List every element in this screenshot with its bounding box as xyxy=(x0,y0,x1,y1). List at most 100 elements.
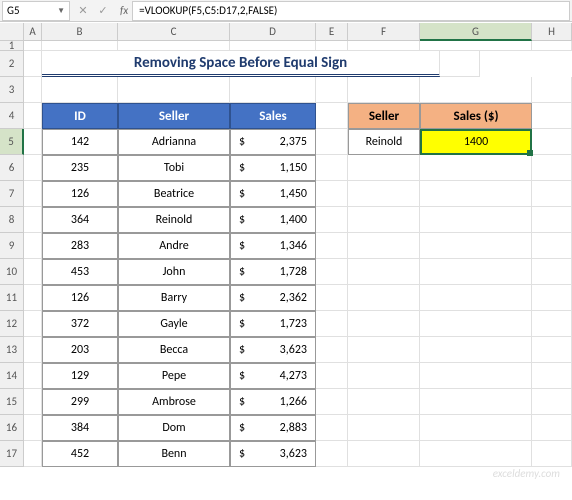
cell-F3[interactable] xyxy=(348,77,420,103)
cell-C4[interactable]: Seller xyxy=(118,103,230,129)
cell-D6[interactable]: $1,150 xyxy=(230,155,316,181)
cell-B14[interactable]: 129 xyxy=(42,363,118,389)
row-header-2[interactable]: 2 xyxy=(0,51,24,77)
cell-A2[interactable] xyxy=(24,51,42,77)
cell-D12[interactable]: $1,723 xyxy=(230,311,316,337)
cell-G10[interactable] xyxy=(420,259,532,285)
cell-E14[interactable] xyxy=(316,363,348,389)
cell-H11[interactable] xyxy=(532,285,572,311)
cell-D13[interactable]: $3,623 xyxy=(230,337,316,363)
cell-D11[interactable]: $2,362 xyxy=(230,285,316,311)
cell-D15[interactable]: $1,266 xyxy=(230,389,316,415)
cell-F14[interactable] xyxy=(348,363,420,389)
cell-C1[interactable] xyxy=(118,41,230,51)
cell-G8[interactable] xyxy=(420,207,532,233)
cell-H17[interactable] xyxy=(532,441,572,467)
cell-G9[interactable] xyxy=(420,233,532,259)
row-header-17[interactable]: 17 xyxy=(0,441,24,467)
cell-A9[interactable] xyxy=(24,233,42,259)
fill-handle[interactable] xyxy=(527,150,533,156)
fx-icon[interactable]: fx xyxy=(116,4,132,17)
cell-B2[interactable]: Removing Space Before Equal Sign xyxy=(42,51,440,77)
row-header-10[interactable]: 10 xyxy=(0,259,24,285)
cell-B7[interactable]: 126 xyxy=(42,181,118,207)
cell-B5[interactable]: 142 xyxy=(42,129,118,155)
cell-B1[interactable] xyxy=(42,41,118,51)
cell-B13[interactable]: 203 xyxy=(42,337,118,363)
col-header-E[interactable]: E xyxy=(316,23,348,41)
cell-D1[interactable] xyxy=(230,41,316,51)
cell-B9[interactable]: 283 xyxy=(42,233,118,259)
cell-A3[interactable] xyxy=(24,77,42,103)
cell-E17[interactable] xyxy=(316,441,348,467)
row-header-6[interactable]: 6 xyxy=(0,155,24,181)
cell-G15[interactable] xyxy=(420,389,532,415)
cell-C6[interactable]: Tobi xyxy=(118,155,230,181)
cell-E7[interactable] xyxy=(316,181,348,207)
cell-C17[interactable]: Benn xyxy=(118,441,230,467)
row-header-1[interactable]: 1 xyxy=(0,41,24,51)
cell-B11[interactable]: 126 xyxy=(42,285,118,311)
cell-C11[interactable]: Barry xyxy=(118,285,230,311)
col-header-H[interactable]: H xyxy=(532,23,572,41)
row-header-3[interactable]: 3 xyxy=(0,77,24,103)
cell-H4[interactable] xyxy=(532,103,572,129)
chevron-down-icon[interactable]: ▼ xyxy=(57,6,65,16)
cell-E6[interactable] xyxy=(316,155,348,181)
cell-D5[interactable]: $2,375 xyxy=(230,129,316,155)
cell-F17[interactable] xyxy=(348,441,420,467)
row-header-14[interactable]: 14 xyxy=(0,363,24,389)
col-header-F[interactable]: F xyxy=(348,23,420,41)
cell-D14[interactable]: $4,273 xyxy=(230,363,316,389)
cell-E1[interactable] xyxy=(316,41,348,51)
cell-E8[interactable] xyxy=(316,207,348,233)
cell-B6[interactable]: 235 xyxy=(42,155,118,181)
cell-E9[interactable] xyxy=(316,233,348,259)
cell-H3[interactable] xyxy=(532,77,572,103)
cell-A14[interactable] xyxy=(24,363,42,389)
row-header-16[interactable]: 16 xyxy=(0,415,24,441)
row-header-4[interactable]: 4 xyxy=(0,103,24,129)
cell-B10[interactable]: 453 xyxy=(42,259,118,285)
cell-G5[interactable]: 1400 xyxy=(420,129,532,155)
cell-H5[interactable] xyxy=(532,129,572,155)
row-header-15[interactable]: 15 xyxy=(0,389,24,415)
cell-B15[interactable]: 299 xyxy=(42,389,118,415)
cell-E3[interactable] xyxy=(316,77,348,103)
cell-C5[interactable]: Adrianna xyxy=(118,129,230,155)
cell-F9[interactable] xyxy=(348,233,420,259)
col-header-A[interactable]: A xyxy=(24,23,42,41)
cell-H16[interactable] xyxy=(532,415,572,441)
cell-G13[interactable] xyxy=(420,337,532,363)
cell-H12[interactable] xyxy=(532,311,572,337)
cell-C10[interactable]: John xyxy=(118,259,230,285)
row-header-12[interactable]: 12 xyxy=(0,311,24,337)
cell-C12[interactable]: Gayle xyxy=(118,311,230,337)
cell-C3[interactable] xyxy=(118,77,230,103)
cell-F4[interactable]: Seller xyxy=(348,103,420,129)
cell-D17[interactable]: $3,623 xyxy=(230,441,316,467)
cell-B16[interactable]: 384 xyxy=(42,415,118,441)
cell-D10[interactable]: $1,728 xyxy=(230,259,316,285)
cell-A15[interactable] xyxy=(24,389,42,415)
cell-G17[interactable] xyxy=(420,441,532,467)
col-header-C[interactable]: C xyxy=(118,23,230,41)
cell-H8[interactable] xyxy=(532,207,572,233)
cell-A16[interactable] xyxy=(24,415,42,441)
cell-F11[interactable] xyxy=(348,285,420,311)
cell-E15[interactable] xyxy=(316,389,348,415)
cell-F8[interactable] xyxy=(348,207,420,233)
cell-F7[interactable] xyxy=(348,181,420,207)
cell-A13[interactable] xyxy=(24,337,42,363)
cell-A11[interactable] xyxy=(24,285,42,311)
cell-E11[interactable] xyxy=(316,285,348,311)
cell-F13[interactable] xyxy=(348,337,420,363)
cell-E16[interactable] xyxy=(316,415,348,441)
cell-H1[interactable] xyxy=(532,41,572,51)
cell-C15[interactable]: Ambrose xyxy=(118,389,230,415)
row-header-7[interactable]: 7 xyxy=(0,181,24,207)
cell-C7[interactable]: Beatrice xyxy=(118,181,230,207)
cell-D9[interactable]: $1,346 xyxy=(230,233,316,259)
cell-H7[interactable] xyxy=(532,181,572,207)
cell-F15[interactable] xyxy=(348,389,420,415)
